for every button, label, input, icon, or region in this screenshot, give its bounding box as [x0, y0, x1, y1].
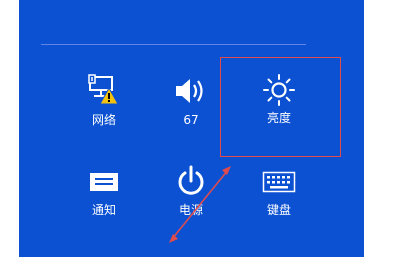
annotation-arrow: [169, 166, 231, 243]
